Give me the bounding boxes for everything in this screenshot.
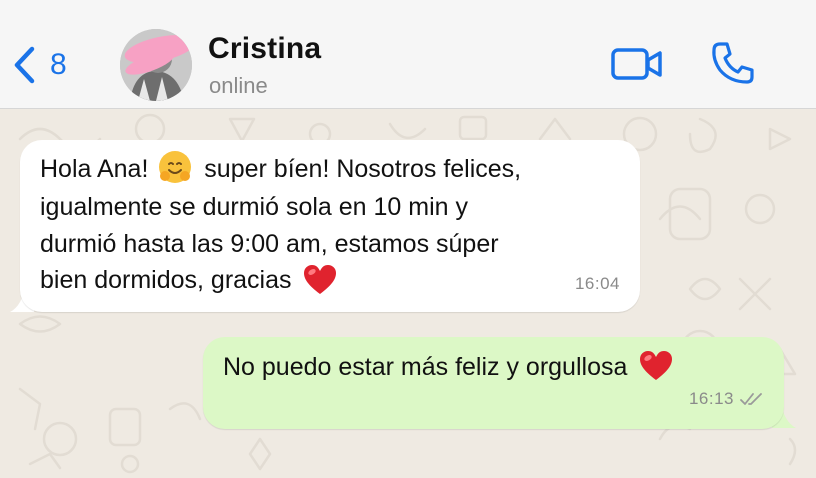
chevron-left-icon — [14, 46, 35, 84]
message-line: super bíen! Nosotros felices, — [197, 155, 522, 183]
avatar-photo — [120, 29, 192, 101]
contact-name[interactable]: Cristina — [208, 32, 321, 66]
phone-icon — [712, 42, 754, 84]
avatar[interactable] — [120, 29, 192, 101]
message-line: Hola Ana! — [40, 155, 156, 183]
hugging-face-emoji — [159, 151, 192, 184]
red-heart-emoji — [640, 351, 673, 381]
contact-status: online — [209, 73, 268, 98]
voice-call-button[interactable] — [710, 40, 756, 91]
video-call-button[interactable] — [610, 44, 664, 89]
unread-count: 8 — [50, 48, 67, 81]
message-text: No puedo estar más feliz y orgullosa — [223, 353, 635, 381]
message-line: durmió hasta las 9:00 am, estamos súper — [40, 229, 499, 258]
message-line: bien dormidos, gracias — [40, 266, 299, 295]
video-camera-icon — [611, 48, 662, 80]
message-timestamp: 16:13 — [688, 388, 734, 408]
message-meta: 16:13 — [689, 381, 764, 418]
outgoing-message-text: No puedo estar más feliz y orgullosa — [223, 349, 764, 387]
message-line: igualmente se durmió sola en 10 min y — [40, 193, 469, 222]
message-timestamp: 16:04 — [574, 273, 620, 293]
incoming-message[interactable]: Hola Ana! super bíen! Nosotros felices, … — [20, 140, 640, 312]
back-button[interactable]: 8 — [12, 40, 67, 90]
outgoing-message[interactable]: No puedo estar más feliz y orgullosa 16:… — [203, 337, 784, 429]
chat-header: 8 Cristina online — [0, 0, 816, 109]
incoming-message-text: Hola Ana! super bíen! Nosotros felices, … — [40, 151, 620, 301]
red-heart-emoji — [304, 264, 337, 294]
double-check-icon — [740, 392, 762, 405]
